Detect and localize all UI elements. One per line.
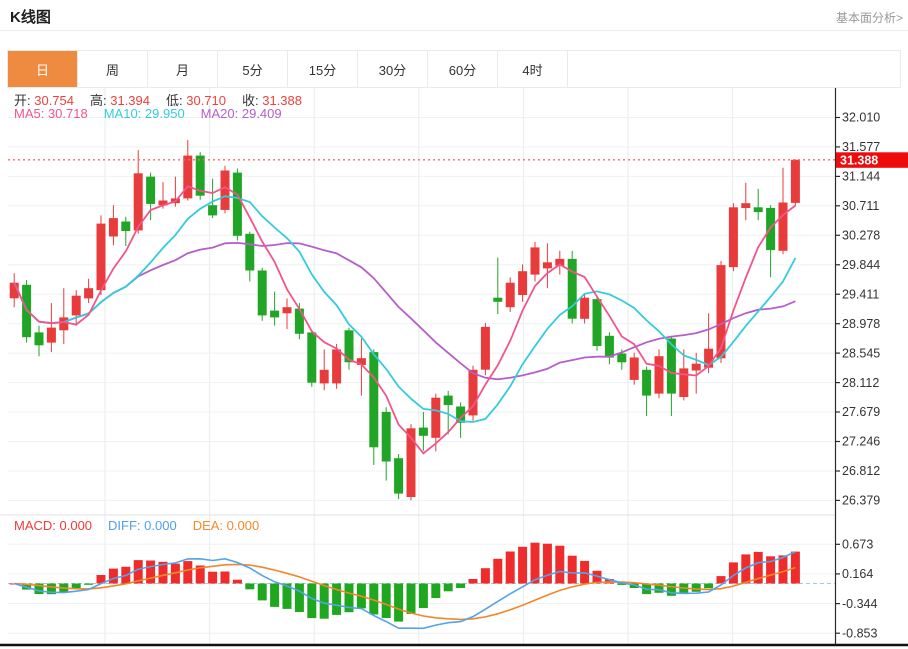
axis-tick-label: 29.844 [842,258,880,272]
axis-tick-label: 26.379 [842,494,880,508]
axis-tick-label: 27.679 [842,405,880,419]
svg-text:31.388: 31.388 [840,153,878,167]
axis-tick-label: 30.278 [842,229,880,243]
diff-line [14,552,795,629]
axis-tick-label: 31.577 [842,140,880,154]
axis-tick-label: 0.164 [842,567,873,581]
page-title: K线图 [10,6,51,27]
axis-tick-label: 30.711 [842,199,879,213]
axis-tick-label: 28.112 [842,376,879,390]
ma10-line [14,196,795,422]
ma20-line [14,243,795,379]
current-price-badge: 31.388 [836,152,908,168]
axis-tick-label: 28.545 [842,346,880,360]
axis-tick-label: 0.673 [842,538,873,552]
axis-tick-label: 32.010 [842,111,880,125]
axis-tick-label: -0.344 [842,597,877,611]
kline-widget: K线图 基本面分析> 日周月5分15分30分60分4时 开: 30.754高: … [0,0,908,649]
kline-chart-canvas[interactable]: 32.010 31.577 31.144 30.711 30.278 29.844 29.4… [0,88,908,649]
axis-tick-label: 31.144 [842,170,880,184]
axis-tick-label: 27.246 [842,435,880,449]
tab-4hour[interactable]: 4时 [498,51,568,87]
tab-month[interactable]: 月 [148,51,218,87]
tab-day[interactable]: 日 [8,51,78,87]
tab-60min[interactable]: 60分 [428,51,498,87]
tab-week[interactable]: 周 [78,51,148,87]
candles-layer [10,140,800,500]
widget-header: K线图 基本面分析> [0,0,908,31]
macd-histogram [10,543,800,622]
axis-tick-label: 29.411 [842,287,879,301]
interval-tab-bar: 日周月5分15分30分60分4时 [7,50,901,88]
tab-15min[interactable]: 15分 [288,51,358,87]
axis-tick-label: -0.853 [842,626,877,640]
axis-tick-label: 28.978 [842,317,880,331]
tab-5min[interactable]: 5分 [218,51,288,87]
ma5-line [14,186,795,453]
tab-30min[interactable]: 30分 [358,51,428,87]
fundamental-analysis-link[interactable]: 基本面分析> [836,9,903,26]
axis-tick-label: 26.812 [842,464,880,478]
